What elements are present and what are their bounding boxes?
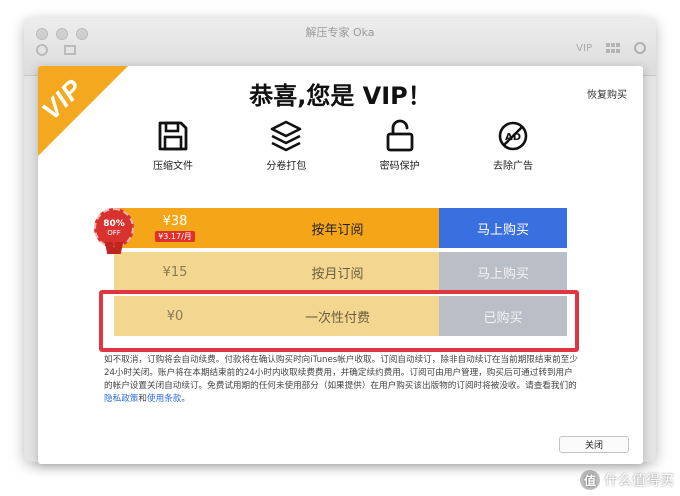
subscription-terms: 如不取消，订购将会自动续费。付款将在确认购买时向iTunes帐户收取。订阅自动续… xyxy=(104,354,580,406)
feature-no-ads: AD 去除广告 xyxy=(473,118,553,172)
discount-badge: 80% OFF xyxy=(94,208,138,254)
highlight-box xyxy=(99,290,579,352)
feature-split: 分卷打包 xyxy=(246,118,326,172)
price-value: ¥38 xyxy=(162,214,188,229)
add-icon[interactable] xyxy=(36,44,48,56)
discount-off: OFF xyxy=(107,229,121,237)
restore-purchase-link[interactable]: 恢复购买 xyxy=(587,86,627,101)
terms-end: 。 xyxy=(181,394,190,404)
buy-yearly-button[interactable]: 马上购买 xyxy=(439,208,567,248)
layers-icon xyxy=(271,120,302,152)
feature-compress: 压缩文件 xyxy=(133,118,213,172)
per-month-tag: ¥3.17/月 xyxy=(155,231,195,242)
background-toolbar: VIP xyxy=(576,42,646,54)
plan-name: 按月订阅 xyxy=(236,252,439,292)
plan-monthly: ¥15 按月订阅 马上购买 xyxy=(114,252,567,292)
screen: 解压专家 Oka VIP VIP 恭喜,您是 VIP！ 恢复购买 压缩文件 分卷… xyxy=(0,0,680,496)
more-apps-icon[interactable] xyxy=(606,43,620,53)
buy-monthly-button[interactable]: 马上购买 xyxy=(439,252,567,292)
ad-remove-icon: AD xyxy=(498,121,528,151)
feature-password: 密码保护 xyxy=(360,118,440,172)
discount-percent: 80% xyxy=(103,219,125,229)
feature-label: 分卷打包 xyxy=(266,161,307,172)
feature-list: 压缩文件 分卷打包 密码保护 AD 去除广告 xyxy=(133,118,553,172)
terms-and: 和 xyxy=(138,394,147,404)
watermark-logo: 值 xyxy=(580,470,600,490)
feature-label: 密码保护 xyxy=(379,161,420,172)
terms-text: 如不取消，订购将会自动续费。付款将在确认购买时向iTunes帐户收取。订阅自动续… xyxy=(104,355,578,391)
watermark: 值 什么值得买 xyxy=(580,470,674,490)
plan-yearly: ¥38 ¥3.17/月 按年订阅 马上购买 xyxy=(114,208,567,248)
background-window-title: 解压专家 Oka xyxy=(305,26,375,39)
terms-of-use-link[interactable]: 使用条款 xyxy=(147,394,181,404)
feature-label: 去除广告 xyxy=(492,161,533,172)
privacy-policy-link[interactable]: 隐私政策 xyxy=(104,394,138,404)
gear-icon[interactable] xyxy=(634,42,646,54)
vip-dialog: VIP 恭喜,您是 VIP！ 恢复购买 压缩文件 分卷打包 密码保护 AD 去除… xyxy=(38,66,643,464)
dialog-title: 恭喜,您是 VIP！ xyxy=(249,82,432,110)
folder-icon[interactable] xyxy=(64,45,76,55)
plan-name: 按年订阅 xyxy=(236,208,439,248)
close-button[interactable]: 关闭 xyxy=(559,436,629,453)
feature-label: 压缩文件 xyxy=(153,161,193,172)
plan-price: ¥15 xyxy=(114,252,236,292)
svg-text:AD: AD xyxy=(505,132,521,143)
unlock-icon xyxy=(386,119,414,152)
discount-seal: 80% OFF xyxy=(94,208,134,254)
vip-toolbar-item[interactable]: VIP xyxy=(576,43,592,54)
watermark-text: 什么值得买 xyxy=(604,473,674,489)
save-icon xyxy=(158,121,188,151)
